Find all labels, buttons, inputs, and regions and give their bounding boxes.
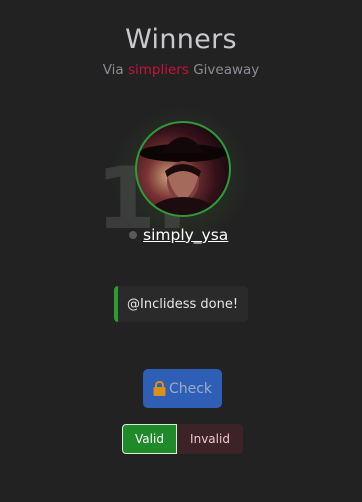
valid-button[interactable]: Valid [122, 424, 177, 454]
winner-username-link[interactable]: simply_ysa [143, 226, 228, 244]
page-subtitle: Via simpliers Giveaway [0, 62, 362, 78]
check-button-label: Check [168, 380, 213, 397]
subtitle-suffix: Giveaway [193, 62, 260, 78]
status-dot [129, 231, 137, 239]
brand-name: simpliers [127, 62, 189, 78]
validity-toggle: Valid Invalid [122, 424, 243, 454]
winner-avatar [135, 121, 231, 217]
page-title: Winners [125, 24, 237, 55]
lock-icon [153, 381, 166, 396]
winner-comment: @Inclidess done! [114, 286, 248, 322]
check-button[interactable]: Check [143, 369, 222, 408]
invalid-button[interactable]: Invalid [177, 424, 243, 454]
subtitle-prefix: Via [102, 62, 124, 78]
